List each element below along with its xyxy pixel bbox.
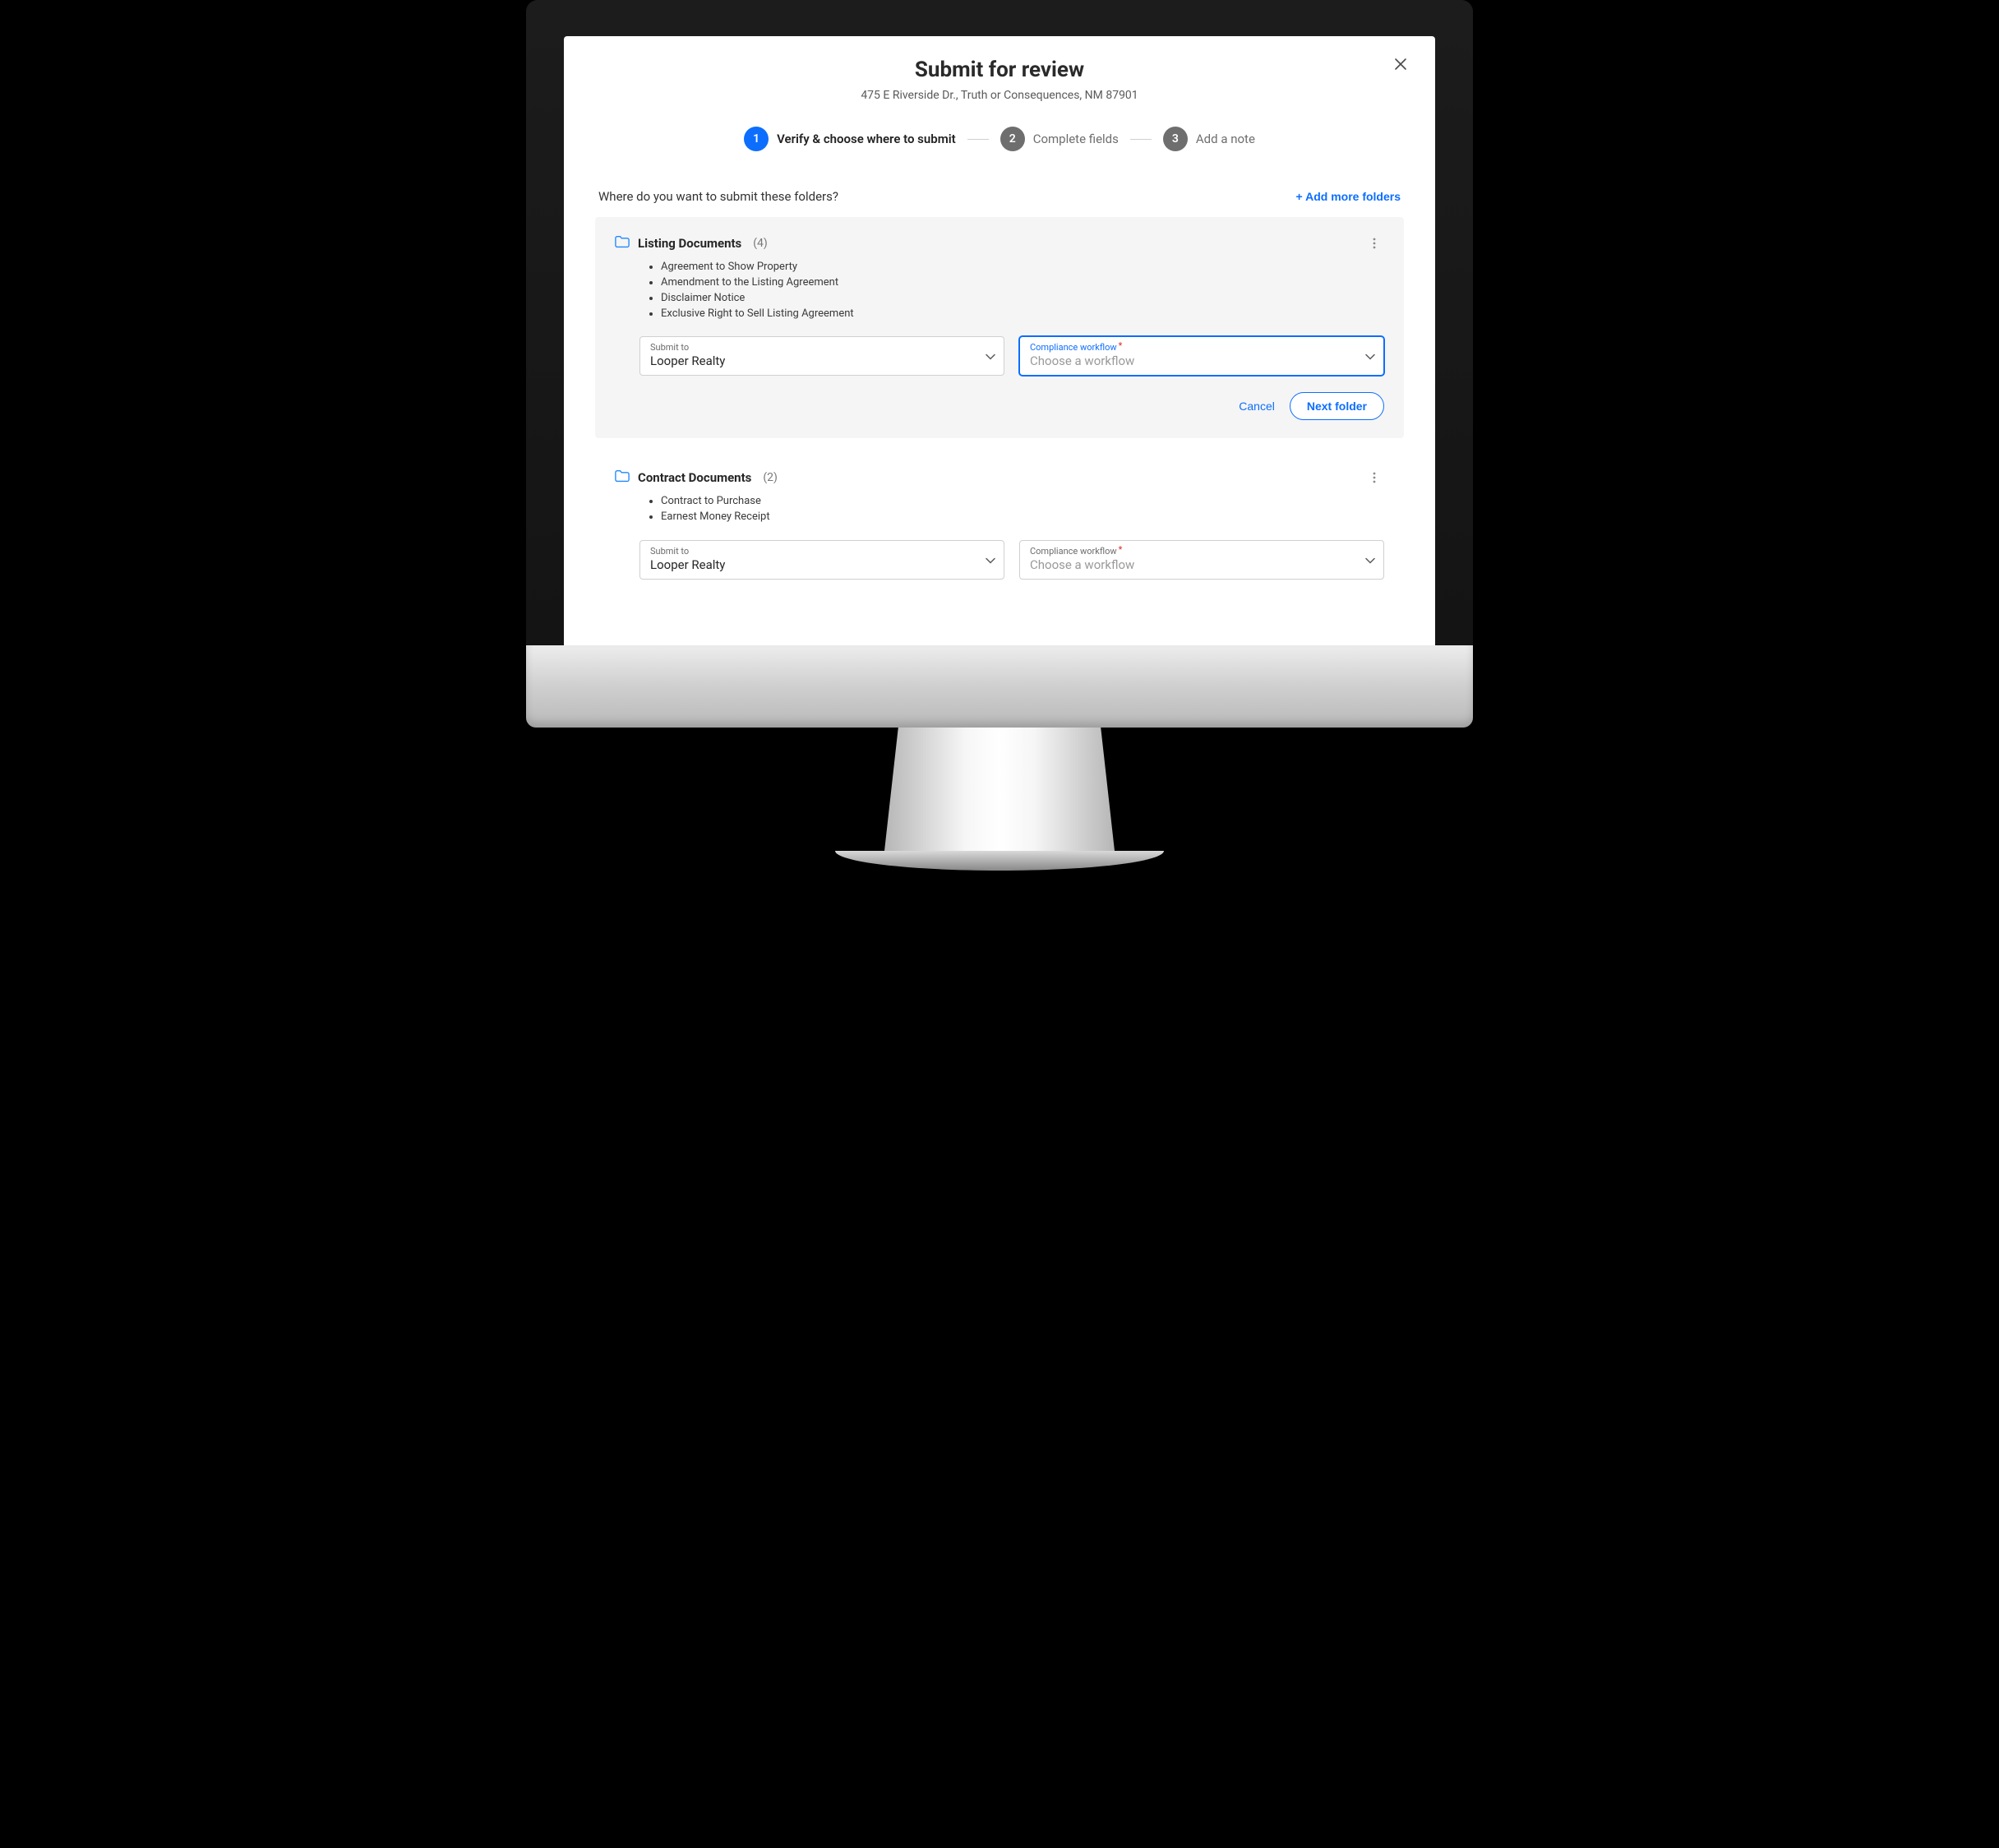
required-asterisk: * (1119, 340, 1123, 351)
select-label: Compliance workflow* (1030, 546, 1354, 557)
step-bullet: 1 (744, 127, 769, 151)
folder-menu-button[interactable] (1364, 468, 1384, 487)
list-item: Disclaimer Notice (661, 291, 1384, 307)
required-asterisk: * (1119, 544, 1123, 555)
select-value: Looper Realty (650, 353, 974, 368)
list-item: Earnest Money Receipt (661, 510, 1384, 525)
submit-to-select[interactable]: Submit to Looper Realty (639, 336, 1004, 376)
compliance-workflow-select[interactable]: Compliance workflow* Choose a workflow (1019, 336, 1384, 376)
step-3[interactable]: 3 Add a note (1163, 127, 1255, 151)
select-value: Looper Realty (650, 557, 974, 572)
list-item: Exclusive Right to Sell Listing Agreemen… (661, 307, 1384, 322)
monitor-frame: Submit for review 475 E Riverside Dr., T… (526, 0, 1473, 901)
folder-icon (615, 469, 630, 486)
folder-menu-button[interactable] (1364, 233, 1384, 253)
select-label-text: Compliance workflow (1030, 342, 1117, 353)
close-icon (1394, 58, 1407, 71)
cancel-button[interactable]: Cancel (1239, 400, 1275, 413)
step-divider (967, 139, 989, 140)
section-header-row: Where do you want to submit these folder… (595, 189, 1404, 204)
list-item: Agreement to Show Property (661, 260, 1384, 275)
folder-title: Contract Documents (638, 470, 751, 485)
folder-header: Listing Documents (4) (615, 233, 1384, 253)
folder-fields-row: Submit to Looper Realty Compliance workf… (615, 336, 1384, 376)
stepper: 1 Verify & choose where to submit 2 Comp… (595, 127, 1404, 151)
step-label: Verify & choose where to submit (777, 132, 956, 146)
section-question: Where do you want to submit these folder… (598, 189, 838, 204)
folder-fields-row: Submit to Looper Realty Compliance workf… (615, 540, 1384, 580)
monitor-chin (526, 645, 1473, 728)
folder-card-contract: Contract Documents (2) Contract to Purch… (595, 451, 1404, 598)
modal-subtitle: 475 E Riverside Dr., Truth or Consequenc… (595, 89, 1404, 102)
folder-icon (615, 235, 630, 252)
kebab-icon (1373, 238, 1376, 249)
step-divider (1130, 139, 1152, 140)
submit-to-select[interactable]: Submit to Looper Realty (639, 540, 1004, 580)
select-label-text: Compliance workflow (1030, 546, 1117, 557)
folder-title: Listing Documents (638, 236, 741, 251)
step-label: Add a note (1196, 132, 1255, 146)
monitor-screen: Submit for review 475 E Riverside Dr., T… (526, 0, 1473, 645)
modal-header: Submit for review 475 E Riverside Dr., T… (595, 58, 1404, 102)
select-label: Compliance workflow* (1030, 342, 1354, 353)
step-2[interactable]: 2 Complete fields (1000, 127, 1119, 151)
folder-count: (4) (753, 237, 768, 250)
select-label: Submit to (650, 342, 974, 353)
select-placeholder: Choose a workflow (1030, 557, 1354, 572)
add-more-folders-button[interactable]: + Add more folders (1296, 190, 1401, 203)
step-bullet: 3 (1163, 127, 1188, 151)
folder-count: (2) (763, 471, 778, 484)
folder-card-actions: Cancel Next folder (615, 392, 1384, 420)
list-item: Contract to Purchase (661, 494, 1384, 510)
submit-review-modal: Submit for review 475 E Riverside Dr., T… (564, 36, 1435, 645)
step-label: Complete fields (1033, 132, 1119, 146)
compliance-workflow-select[interactable]: Compliance workflow* Choose a workflow (1019, 540, 1384, 580)
step-1[interactable]: 1 Verify & choose where to submit (744, 127, 956, 151)
modal-title: Submit for review (595, 58, 1404, 82)
step-bullet: 2 (1000, 127, 1025, 151)
next-folder-button[interactable]: Next folder (1290, 392, 1384, 420)
list-item: Amendment to the Listing Agreement (661, 275, 1384, 291)
select-placeholder: Choose a workflow (1030, 353, 1354, 368)
kebab-icon (1373, 472, 1376, 483)
folder-document-list: Contract to Purchase Earnest Money Recei… (615, 494, 1384, 525)
close-button[interactable] (1389, 53, 1412, 76)
chevron-down-icon (1365, 552, 1375, 568)
monitor-stand-neck (884, 728, 1115, 851)
select-label: Submit to (650, 546, 974, 557)
folder-card-listing: Listing Documents (4) Agreement to Show … (595, 217, 1404, 438)
chevron-down-icon (1365, 349, 1375, 364)
chevron-down-icon (986, 552, 995, 568)
chevron-down-icon (986, 349, 995, 364)
folder-document-list: Agreement to Show Property Amendment to … (615, 260, 1384, 321)
folder-header: Contract Documents (2) (615, 468, 1384, 487)
monitor-stand-foot (835, 851, 1164, 871)
